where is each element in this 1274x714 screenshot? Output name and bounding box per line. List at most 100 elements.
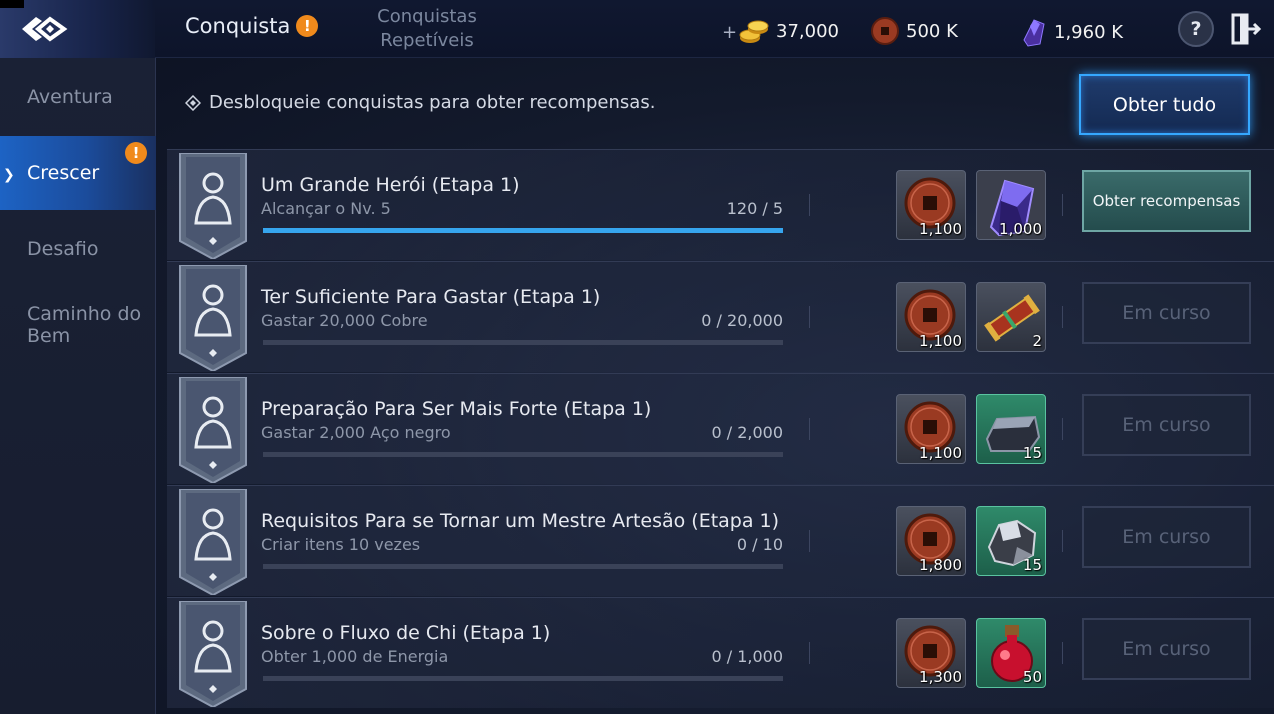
reward-quantity: 1,100 [919,220,962,238]
achievement-progress-text: 0 / 10 [736,535,783,554]
achievement-progress-text: 0 / 20,000 [701,311,783,330]
sidebar-alert-icon: ! [125,142,147,164]
progress-bar [263,676,783,681]
reward-quantity: 15 [1022,444,1042,462]
sidebar-item-aventura[interactable]: Aventura [0,60,156,134]
achievement-badge-icon [179,601,247,707]
claim-reward-button[interactable]: Obter recompensas [1082,170,1251,232]
reward-slot-item[interactable]: 15 [976,506,1046,576]
achievement-badge-icon [179,377,247,483]
alert-icon: ! [296,15,319,37]
in-progress-button[interactable]: Em curso [1082,394,1251,456]
in-progress-button[interactable]: Em curso [1082,282,1251,344]
divider [1062,306,1063,328]
achievement-progress-text: 0 / 2,000 [711,423,783,442]
top-bar: Conquista ! Conquistas Repetíveis + 37,0… [0,0,1274,58]
back-button[interactable] [0,0,155,58]
reward-quantity: 1,100 [919,444,962,462]
reward-slot-copper[interactable]: 1,800 [896,506,966,576]
divider [1062,530,1063,552]
achievement-title: Sobre o Fluxo de Chi (Etapa 1) [261,622,551,644]
reward-quantity: 1,100 [919,332,962,350]
reward-slot-copper[interactable]: 1,100 [896,170,966,240]
achievement-badge-icon [179,265,247,371]
tab-conquista[interactable]: Conquista ! [185,14,319,38]
reward-quantity: 1,800 [919,556,962,574]
reward-slot-copper[interactable]: 1,300 [896,618,966,688]
divider [809,418,810,440]
achievement-title: Preparação Para Ser Mais Forte (Etapa 1) [261,398,652,420]
achievement-progress-text: 0 / 1,000 [711,647,783,666]
reward-quantity: 15 [1022,556,1042,574]
achievement-badge-icon [179,153,247,259]
achievement-subtitle: Obter 1,000 de Energia [261,647,449,666]
divider [809,194,810,216]
achievement-row-1: Um Grande Herói (Etapa 1) Alcançar o Nv.… [167,149,1274,260]
gold-counter: 37,000 [738,16,839,46]
back-arrow-icon [22,16,68,42]
divider [809,530,810,552]
achievement-row-5: Sobre o Fluxo de Chi (Etapa 1) Obter 1,0… [167,597,1274,708]
achievement-panel: Desbloqueie conquistas para obter recomp… [157,58,1274,714]
achievement-title: Um Grande Herói (Etapa 1) [261,174,520,196]
sidebar-item-label: Desafio [27,238,99,260]
gold-amount: 37,000 [776,20,839,42]
reward-slot-copper[interactable]: 1,100 [896,282,966,352]
reward-slot-copper[interactable]: 1,100 [896,394,966,464]
divider [809,306,810,328]
achievement-badge-icon [179,489,247,595]
corner-mark [0,0,24,8]
progress-bar [263,564,783,569]
divider [1062,642,1063,664]
tab-conquistas-repetiveis[interactable]: Conquistas Repetíveis [371,5,483,53]
copper-amount: 500 K [906,20,958,42]
divider [1062,194,1063,216]
achievement-subtitle: Gastar 20,000 Cobre [261,311,428,330]
sidebar-item-label: Crescer [27,162,100,184]
progress-bar [263,340,783,345]
chevron-right-icon: ❯ [3,167,15,183]
reward-slot-item[interactable]: 1,000 [976,170,1046,240]
achievement-subtitle: Criar itens 10 vezes [261,535,421,554]
divider [1062,418,1063,440]
achievement-subtitle: Alcançar o Nv. 5 [261,199,391,218]
hint-label: Desbloqueie conquistas para obter recomp… [209,92,656,113]
in-progress-button[interactable]: Em curso [1082,618,1251,680]
achievement-progress-text: 120 / 5 [726,199,783,218]
tab-repeat-line2: Repetíveis [380,30,474,51]
sidebar-item-caminho-do-bem[interactable]: Caminho do Bem [0,288,150,362]
reward-quantity: 1,300 [919,668,962,686]
reward-slot-item[interactable]: 50 [976,618,1046,688]
sidebar-item-label: Aventura [27,86,113,108]
in-progress-button[interactable]: Em curso [1082,506,1251,568]
tab-repeat-line1: Conquistas [377,6,477,27]
exit-button[interactable] [1230,13,1262,45]
help-button[interactable]: ? [1178,11,1214,47]
purple-crystal-icon [1023,19,1045,47]
achievement-subtitle: Gastar 2,000 Aço negro [261,423,451,442]
progress-bar [263,452,783,457]
copper-counter: 500 K [870,16,958,46]
achievement-row-4: Requisitos Para se Tornar um Mestre Arte… [167,485,1274,596]
sidebar-item-label: Caminho do Bem [27,303,142,347]
diamond-icon [185,94,201,111]
divider [809,642,810,664]
reward-quantity: 50 [1022,668,1042,686]
progress-bar [263,228,783,233]
sidebar-item-desafio[interactable]: Desafio [0,212,156,286]
crystal-amount: 1,960 K [1054,21,1124,43]
reward-slot-item[interactable]: 15 [976,394,1046,464]
achievement-row-2: Ter Suficiente Para Gastar (Etapa 1) Gas… [167,261,1274,372]
get-all-button[interactable]: Obter tudo [1079,74,1250,135]
crystal-counter: 1,960 K [1020,16,1123,48]
achievement-row-3: Preparação Para Ser Mais Forte (Etapa 1)… [167,373,1274,484]
achievement-title: Requisitos Para se Tornar um Mestre Arte… [261,510,780,532]
add-gold-button[interactable]: + [722,22,737,43]
reward-quantity: 2 [1032,332,1042,350]
copper-coin-icon [871,17,899,45]
reward-slot-item[interactable]: 2 [976,282,1046,352]
progress-bar-fill [263,228,783,233]
exit-icon [1231,13,1262,45]
gold-coins-icon [739,20,769,43]
reward-quantity: 1,000 [999,220,1042,238]
